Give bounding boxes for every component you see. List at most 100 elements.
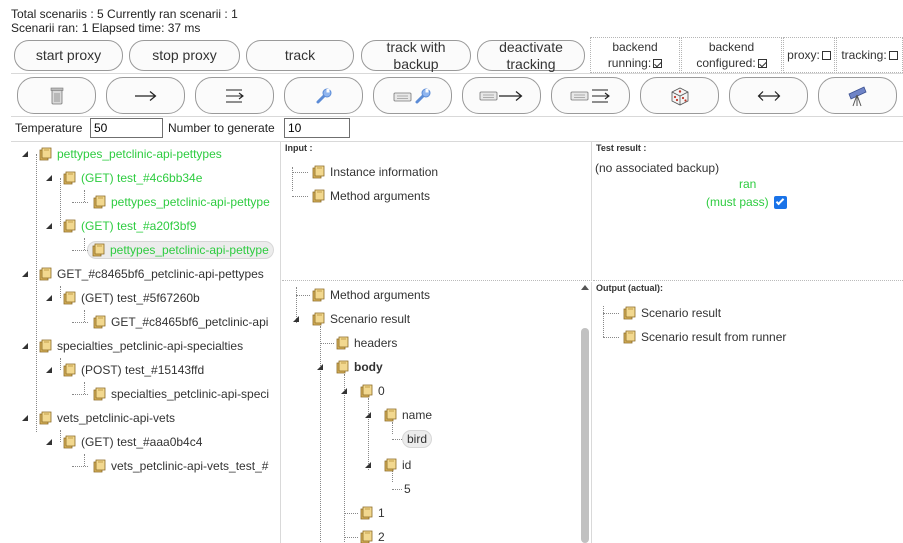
id-value-node[interactable]: 5 xyxy=(390,478,411,500)
tree-node[interactable]: (GET) test_#5f67260b xyxy=(45,287,200,309)
collapse-triangle-icon[interactable] xyxy=(45,294,53,302)
body-index-0-node[interactable]: 0 xyxy=(338,380,385,402)
track-with-backup-button[interactable]: track with backup xyxy=(361,38,471,72)
tree-node-label: body xyxy=(354,360,383,374)
compare-button[interactable] xyxy=(729,77,808,114)
scenario-result-panel: Method arguments Scenario result headers… xyxy=(282,282,592,543)
folder-icon xyxy=(360,384,374,398)
tree-node-label: vets_petclinic-api-vets_test_# xyxy=(111,459,269,473)
folder-icon xyxy=(39,339,53,353)
run-all-button[interactable] xyxy=(195,77,274,114)
tree-node-label: name xyxy=(402,408,433,422)
proxy-checkbox[interactable] xyxy=(821,50,831,60)
folder-icon xyxy=(623,330,637,344)
output-scenario-result-node[interactable]: Scenario result xyxy=(601,302,721,324)
keyboard-run-all-button[interactable] xyxy=(551,77,630,114)
tree-node[interactable]: (GET) test_#a20f3bf9 xyxy=(45,215,196,237)
headers-node[interactable]: headers xyxy=(314,332,397,354)
name-value-node[interactable]: bird xyxy=(390,428,433,450)
track-with-backup-label-1: track with xyxy=(386,38,446,55)
multi-arrow-right-icon xyxy=(225,88,244,103)
start-proxy-button[interactable]: start proxy xyxy=(14,40,123,71)
collapse-triangle-icon[interactable] xyxy=(21,414,29,422)
id-value-label: 5 xyxy=(404,482,411,496)
number-to-generate-input[interactable] xyxy=(284,118,350,138)
tree-node[interactable]: (GET) test_#4c6bb34e xyxy=(45,167,202,189)
tree-node[interactable]: vets_petclinic-api-vets_test_# xyxy=(71,455,268,477)
track-with-backup-label-2: backup xyxy=(393,55,439,72)
folder-icon xyxy=(312,312,326,326)
collapse-triangle-icon[interactable] xyxy=(292,315,300,323)
no-backup-text: (no associated backup) xyxy=(595,161,720,175)
tree-node[interactable]: (GET) test_#aaa0b4c4 xyxy=(45,431,202,453)
track-button[interactable]: track xyxy=(246,40,354,71)
tree-node-label: GET_#c8465bf6_petclinic-api xyxy=(111,315,269,329)
folder-icon xyxy=(39,267,53,281)
input-instance-node[interactable]: Instance information xyxy=(290,161,438,183)
input-method-args-node[interactable]: Method arguments xyxy=(290,185,430,207)
collapse-triangle-icon[interactable] xyxy=(21,270,29,278)
tree-node-label: id xyxy=(402,458,412,472)
tree-node-label: pettypes_petclinic-api-pettype xyxy=(110,243,269,257)
keyboard-run-button[interactable] xyxy=(462,77,541,114)
tree-node[interactable]: pettypes_petclinic-api-pettypes xyxy=(21,143,222,165)
tree-node-label: GET_#c8465bf6_petclinic-api-pettypes xyxy=(57,267,264,281)
method-args-node[interactable]: Method arguments xyxy=(290,284,430,306)
wrench-icon xyxy=(316,88,331,103)
tree-node-label: (GET) test_#aaa0b4c4 xyxy=(81,435,203,449)
body-index-2-node[interactable]: 2 xyxy=(338,526,385,543)
deactivate-label-2: tracking xyxy=(506,55,556,72)
tree-node-label: vets_petclinic-api-vets xyxy=(57,411,176,425)
collapse-triangle-icon[interactable] xyxy=(364,461,372,469)
deactivate-tracking-button[interactable]: deactivate tracking xyxy=(477,39,585,72)
collapse-triangle-icon[interactable] xyxy=(21,342,29,350)
random-button[interactable] xyxy=(640,77,719,114)
tree-node[interactable]: pettypes_petclinic-api-pettype xyxy=(71,191,270,213)
number-to-generate-label: Number to generate xyxy=(168,121,275,135)
tree-node[interactable]: GET_#c8465bf6_petclinic-api xyxy=(71,311,268,333)
collapse-triangle-icon[interactable] xyxy=(45,174,53,182)
collapse-triangle-icon[interactable] xyxy=(21,150,29,158)
tree-node-label: 0 xyxy=(378,384,385,398)
tree-node[interactable]: GET_#c8465bf6_petclinic-api-pettypes xyxy=(21,263,264,285)
collapse-triangle-icon[interactable] xyxy=(364,411,372,419)
id-node[interactable]: id xyxy=(362,454,411,476)
tree-node[interactable]: vets_petclinic-api-vets xyxy=(21,407,175,429)
tracking-checkbox[interactable] xyxy=(888,50,898,60)
backend-running-label-2: running: xyxy=(607,56,652,70)
tree-node-label: headers xyxy=(354,336,398,350)
scenario-result-node[interactable]: Scenario result xyxy=(290,308,410,330)
configure-button[interactable] xyxy=(284,77,363,114)
must-pass-checkbox[interactable] xyxy=(773,195,787,209)
keyboard-configure-button[interactable] xyxy=(373,77,452,114)
tree-node[interactable]: (POST) test_#15143ffd xyxy=(45,359,204,381)
temperature-input[interactable] xyxy=(90,118,163,138)
body-node[interactable]: body xyxy=(314,356,383,378)
tree-node-selected[interactable]: pettypes_petclinic-api-pettype xyxy=(71,239,274,261)
folder-icon xyxy=(93,315,107,329)
collapse-triangle-icon[interactable] xyxy=(340,387,348,395)
explore-button[interactable] xyxy=(818,77,897,114)
run-button[interactable] xyxy=(106,77,185,114)
delete-button[interactable] xyxy=(17,77,96,114)
ran-text: ran xyxy=(739,177,757,191)
collapse-triangle-icon[interactable] xyxy=(316,363,324,371)
output-from-runner-node[interactable]: Scenario result from runner xyxy=(601,326,786,348)
folder-icon xyxy=(93,195,107,209)
collapse-triangle-icon[interactable] xyxy=(45,366,53,374)
backend-running-status: backend running: xyxy=(590,37,680,73)
tree-node[interactable]: specialties_petclinic-api-speci xyxy=(71,383,269,405)
status-elapsed: Scenarii ran: 1 Elapsed time: 37 ms xyxy=(11,21,201,35)
scroll-up-icon[interactable] xyxy=(578,282,592,294)
collapse-triangle-icon[interactable] xyxy=(45,222,53,230)
tree-node-label: Scenario result xyxy=(330,312,411,326)
stop-proxy-button[interactable]: stop proxy xyxy=(129,40,240,71)
input-panel: Input : Instance information Method argu… xyxy=(282,142,592,281)
name-node[interactable]: name xyxy=(362,404,432,426)
tree-node[interactable]: specialties_petclinic-api-specialties xyxy=(21,335,243,357)
scrollbar-track[interactable] xyxy=(578,282,592,543)
body-index-1-node[interactable]: 1 xyxy=(338,502,385,524)
collapse-triangle-icon[interactable] xyxy=(45,438,53,446)
scrollbar-thumb[interactable] xyxy=(581,328,589,543)
input-panel-title: Input : xyxy=(285,143,313,153)
